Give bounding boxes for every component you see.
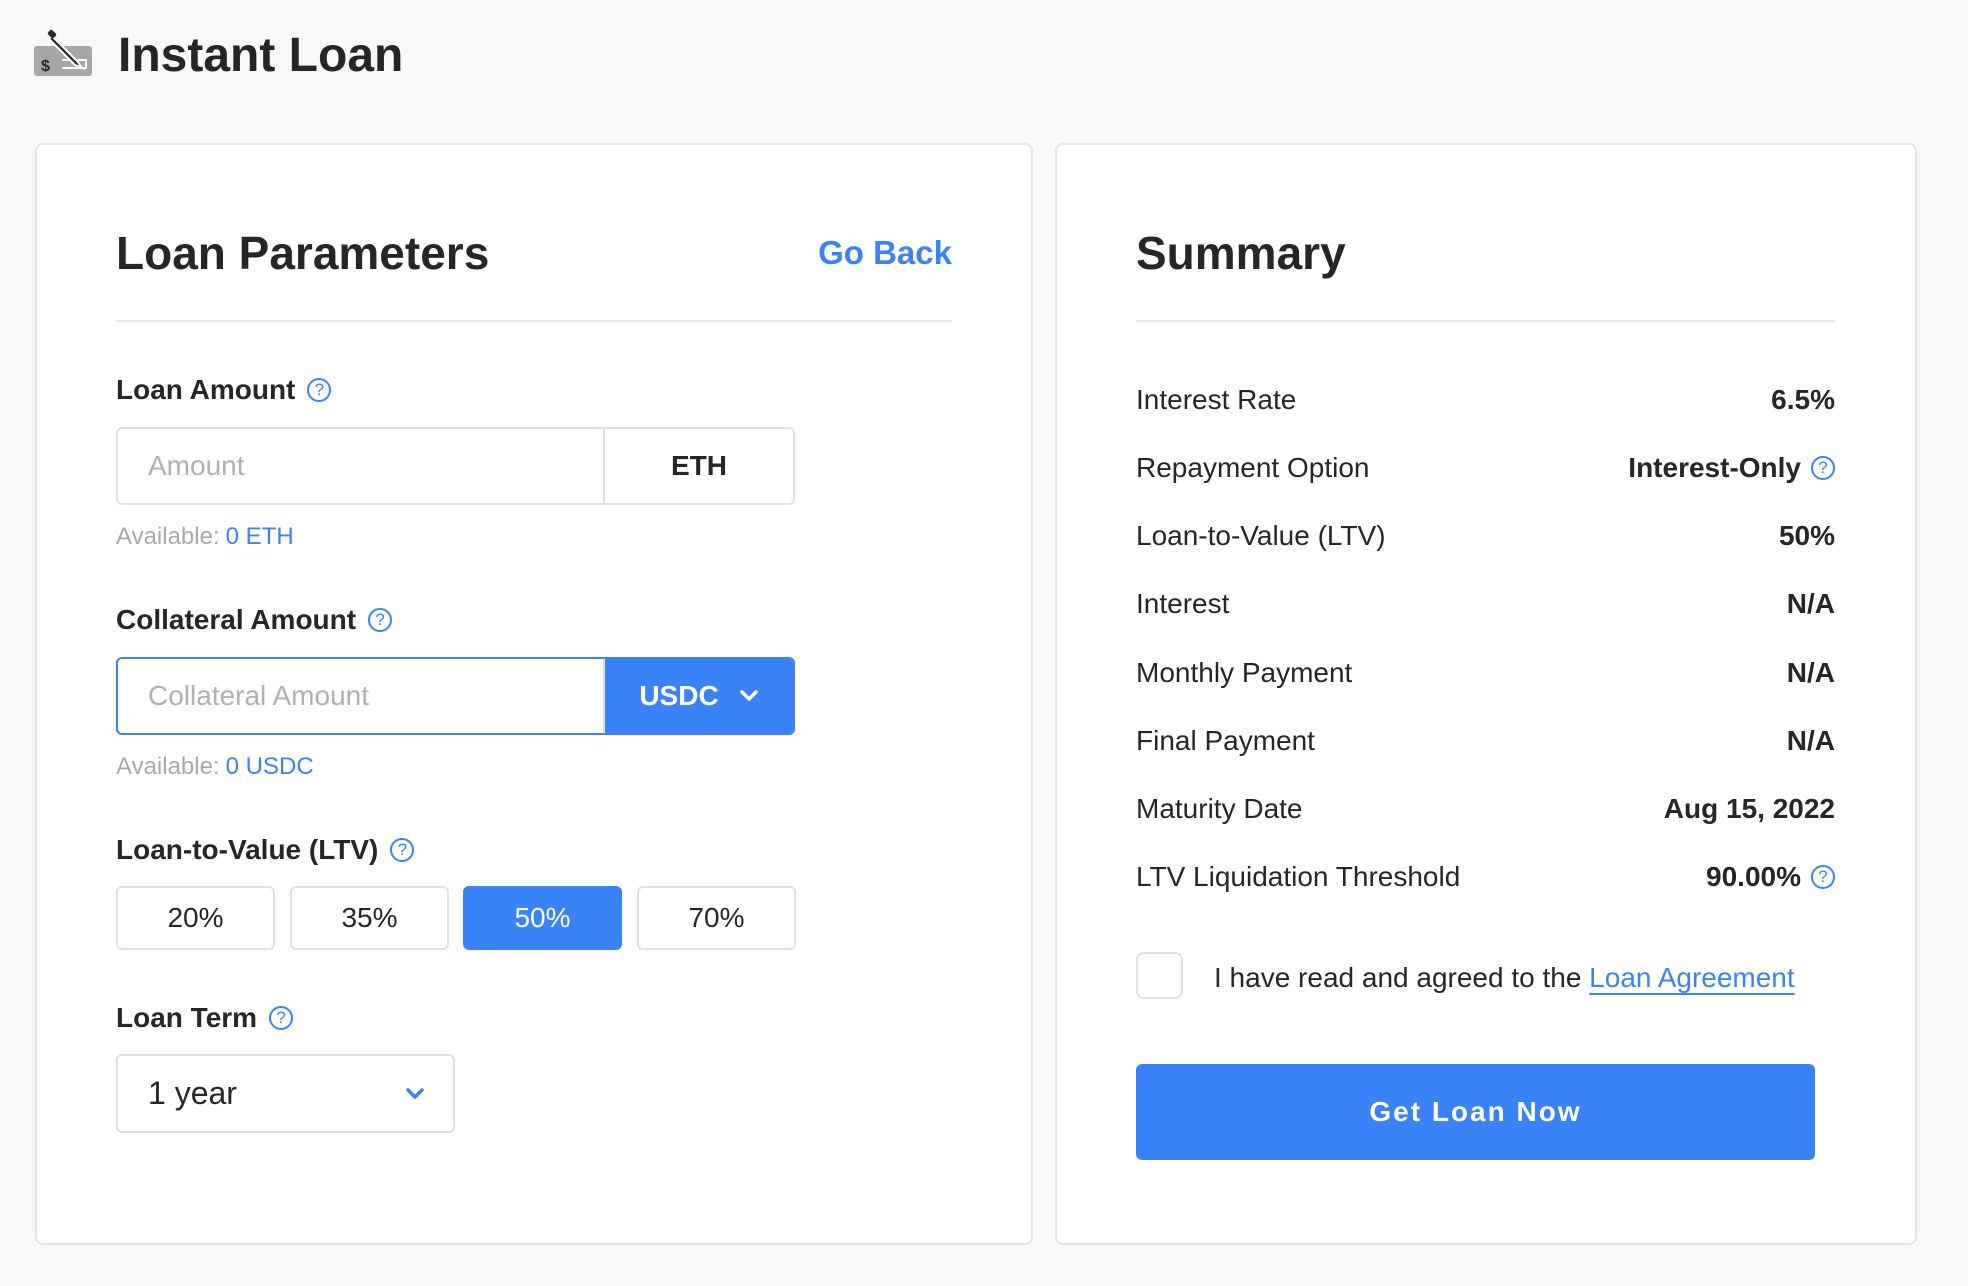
loan-term-label: Loan Term ? xyxy=(116,1000,294,1036)
loan-amount-group: ETH xyxy=(116,427,795,505)
row-value: N/A xyxy=(1786,725,1835,756)
ltv-label: Loan-to-Value (LTV) ? xyxy=(116,832,415,868)
collateral-amount-group: USDC xyxy=(116,657,795,735)
loan-currency-label: ETH xyxy=(603,429,793,503)
divider xyxy=(1136,320,1835,322)
loan-agreement-link[interactable]: Loan Agreement xyxy=(1589,962,1795,993)
collateral-currency-dropdown[interactable]: USDC xyxy=(605,659,793,733)
help-icon[interactable]: ? xyxy=(390,838,415,862)
loan-term-value: 1 year xyxy=(148,1075,237,1111)
loan-available-value[interactable]: 0 ETH xyxy=(226,523,294,550)
get-loan-now-button[interactable]: Get Loan Now xyxy=(1136,1064,1815,1160)
collateral-amount-label-text: Collateral Amount xyxy=(116,604,357,635)
summary-row-monthly-payment: Monthly Payment N/A xyxy=(1136,653,1835,693)
row-value: Aug 15, 2022 xyxy=(1663,793,1835,824)
divider xyxy=(116,320,952,322)
help-icon[interactable]: ? xyxy=(1811,865,1835,889)
row-value: Interest-Only xyxy=(1628,452,1801,483)
chevron-down-icon xyxy=(406,1087,424,1099)
row-value: N/A xyxy=(1786,588,1835,619)
svg-text:$: $ xyxy=(41,58,50,75)
loan-term-select[interactable]: 1 year xyxy=(116,1054,455,1133)
row-value-group: Interest-Only? xyxy=(1628,452,1835,484)
agreement-label: I have read and agreed to the xyxy=(1214,962,1582,993)
row-label: Final Payment xyxy=(1136,725,1315,756)
row-label: Interest xyxy=(1136,588,1230,619)
summary-row-final-payment: Final Payment N/A xyxy=(1136,721,1835,761)
summary-row-liquidation-threshold: LTV Liquidation Threshold 90.00%? xyxy=(1136,857,1835,897)
loan-available: Available: 0 ETH xyxy=(116,522,294,552)
ltv-option-70[interactable]: 70% xyxy=(637,886,796,950)
loan-amount-label: Loan Amount ? xyxy=(116,372,332,408)
row-label: LTV Liquidation Threshold xyxy=(1136,861,1461,892)
collateral-currency-label: USDC xyxy=(639,680,719,711)
ltv-option-50[interactable]: 50% xyxy=(463,886,622,950)
check-pen-icon: $ xyxy=(32,28,96,80)
summary-row-interest-rate: Interest Rate 6.5% xyxy=(1136,380,1835,420)
summary-row-repayment-option: Repayment Option Interest-Only? xyxy=(1136,448,1835,488)
loan-amount-label-text: Loan Amount xyxy=(116,374,296,405)
ltv-option-35[interactable]: 35% xyxy=(290,886,449,950)
help-icon[interactable]: ? xyxy=(307,378,332,402)
summary-row-interest: Interest N/A xyxy=(1136,584,1835,624)
available-label: Available: xyxy=(116,523,220,550)
summary-row-ltv: Loan-to-Value (LTV) 50% xyxy=(1136,516,1835,556)
row-value: N/A xyxy=(1786,657,1835,688)
summary-title: Summary xyxy=(1136,227,1346,279)
collateral-available-value[interactable]: 0 USDC xyxy=(226,753,314,780)
row-label: Loan-to-Value (LTV) xyxy=(1136,520,1386,551)
agreement-checkbox[interactable] xyxy=(1136,952,1183,999)
collateral-amount-label: Collateral Amount ? xyxy=(116,602,393,638)
loan-parameters-title: Loan Parameters xyxy=(116,227,490,279)
row-label: Repayment Option xyxy=(1136,452,1370,483)
help-icon[interactable]: ? xyxy=(368,608,393,632)
help-icon[interactable]: ? xyxy=(1811,456,1835,480)
loan-amount-input[interactable] xyxy=(118,429,603,503)
row-label: Maturity Date xyxy=(1136,793,1303,824)
help-icon[interactable]: ? xyxy=(269,1006,294,1030)
row-value: 90.00% xyxy=(1706,861,1801,892)
ltv-label-text: Loan-to-Value (LTV) xyxy=(116,834,379,865)
collateral-available: Available: 0 USDC xyxy=(116,752,314,782)
row-label: Interest Rate xyxy=(1136,384,1297,415)
row-value-group: 90.00%? xyxy=(1706,861,1835,893)
row-value: 50% xyxy=(1778,520,1835,551)
go-back-link[interactable]: Go Back xyxy=(780,233,952,273)
page-title: Instant Loan xyxy=(118,29,404,82)
row-label: Monthly Payment xyxy=(1136,657,1353,688)
ltv-option-20[interactable]: 20% xyxy=(116,886,275,950)
summary-row-maturity-date: Maturity Date Aug 15, 2022 xyxy=(1136,789,1835,829)
row-value: 6.5% xyxy=(1771,384,1835,415)
chevron-down-icon xyxy=(739,690,758,701)
agreement-text: I have read and agreed to the Loan Agree… xyxy=(1214,958,1795,998)
loan-term-label-text: Loan Term xyxy=(116,1002,258,1033)
available-label: Available: xyxy=(116,753,220,780)
collateral-amount-input[interactable] xyxy=(118,659,605,733)
